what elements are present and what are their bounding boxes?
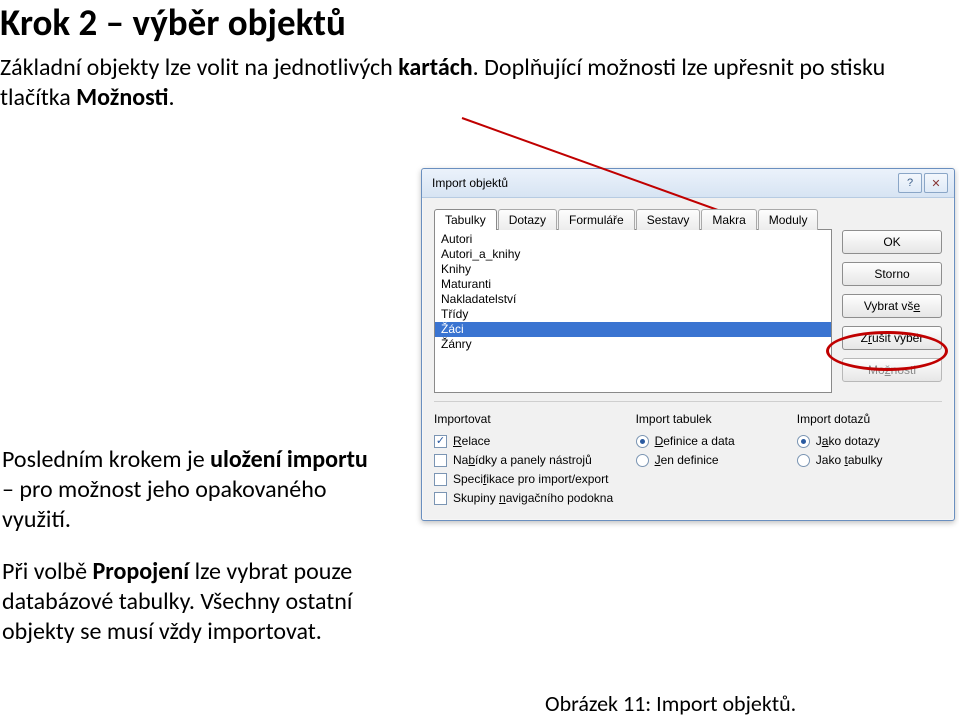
checkbox-icon[interactable] xyxy=(434,492,447,505)
left-note-2: Při volbě Propojení lze vybrat pouze dat… xyxy=(2,557,372,647)
radio-icon[interactable] xyxy=(636,454,649,467)
checkbox-icon[interactable] xyxy=(434,473,447,486)
rdo-jen-definice[interactable]: Jen definice xyxy=(636,451,781,470)
chk-specifikace[interactable]: Specifikace pro import/export xyxy=(434,470,620,489)
radio-icon[interactable] xyxy=(797,435,810,448)
options-col-importovat: Importovat Relace Nabídky a panely nástr… xyxy=(434,412,620,508)
options-head: Import tabulek xyxy=(636,412,781,426)
list-item-selected[interactable]: Žáci xyxy=(435,322,831,337)
chk-nabidky[interactable]: Nabídky a panely nástrojů xyxy=(434,451,620,470)
options-head: Importovat xyxy=(434,412,620,426)
list-item[interactable]: Knihy xyxy=(435,262,831,277)
left-notes: Posledním krokem je uložení importu – pr… xyxy=(2,445,372,669)
tabstrip: Tabulky Dotazy Formuláře Sestavy Makra M… xyxy=(434,209,832,230)
list-item[interactable]: Třídy xyxy=(435,307,831,322)
left-note-1: Posledním krokem je uložení importu – pr… xyxy=(2,445,372,535)
options-col-import-dotazu: Import dotazů Jako dotazy Jako tabulky xyxy=(797,412,942,508)
object-listbox[interactable]: Autori Autori_a_knihy Knihy Maturanti Na… xyxy=(434,229,832,393)
options-button[interactable]: Možnosti xyxy=(842,358,942,382)
tab-tabulky[interactable]: Tabulky xyxy=(434,209,497,230)
chk-relace[interactable]: Relace xyxy=(434,432,620,451)
tab-dotazy[interactable]: Dotazy xyxy=(498,209,557,230)
list-item[interactable]: Žánry xyxy=(435,337,831,352)
radio-icon[interactable] xyxy=(636,435,649,448)
titlebar[interactable]: Import objektů ? ✕ xyxy=(422,169,954,198)
deselect-button[interactable]: Zrušit výběr xyxy=(842,326,942,350)
chk-skupiny[interactable]: Skupiny navigačního podokna xyxy=(434,489,620,508)
checkbox-icon[interactable] xyxy=(434,454,447,467)
rdo-jako-dotazy[interactable]: Jako dotazy xyxy=(797,432,942,451)
intro-text: Základní objekty lze volit na jednotlivý… xyxy=(0,53,955,113)
radio-icon[interactable] xyxy=(797,454,810,467)
select-all-button[interactable]: Vybrat vše xyxy=(842,294,942,318)
tab-moduly[interactable]: Moduly xyxy=(758,209,819,230)
help-icon[interactable]: ? xyxy=(898,173,922,193)
tab-sestavy[interactable]: Sestavy xyxy=(636,209,701,230)
options-head: Import dotazů xyxy=(797,412,942,426)
tab-formulare[interactable]: Formuláře xyxy=(558,209,635,230)
list-item[interactable]: Autori xyxy=(435,232,831,247)
options-col-import-tabulek: Import tabulek Definice a data Jen defin… xyxy=(636,412,781,508)
rdo-definice-data[interactable]: Definice a data xyxy=(636,432,781,451)
close-icon[interactable]: ✕ xyxy=(924,173,948,193)
storno-button[interactable]: Storno xyxy=(842,262,942,286)
dialog-title: Import objektů xyxy=(432,176,896,190)
rdo-jako-tabulky[interactable]: Jako tabulky xyxy=(797,451,942,470)
list-item[interactable]: Autori_a_knihy xyxy=(435,247,831,262)
figure-caption: Obrázek 11: Import objektů. xyxy=(545,690,796,717)
list-item[interactable]: Nakladatelství xyxy=(435,292,831,307)
import-objects-dialog: Import objektů ? ✕ Tabulky Dotazy Formul… xyxy=(421,168,955,521)
page-title: Krok 2 – výběr objektů xyxy=(0,0,959,45)
list-item[interactable]: Maturanti xyxy=(435,277,831,292)
ok-button[interactable]: OK xyxy=(842,230,942,254)
options-panel: Importovat Relace Nabídky a panely nástr… xyxy=(434,401,942,508)
dialog-side-buttons: OK Storno Vybrat vše Zrušit výběr Možnos… xyxy=(842,208,942,393)
tab-makra[interactable]: Makra xyxy=(701,209,756,230)
checkbox-icon[interactable] xyxy=(434,435,447,448)
